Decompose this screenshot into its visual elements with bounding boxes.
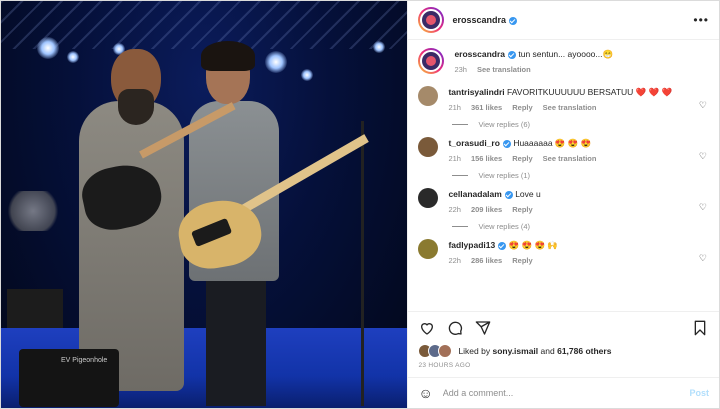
reply-button[interactable]: Reply (512, 256, 532, 265)
share-icon[interactable] (474, 319, 492, 337)
heart-icon[interactable]: ♡ (699, 100, 707, 111)
verified-icon (504, 190, 513, 199)
caption: erosscandra tun sentun... ayoooo...😁 23h… (418, 48, 709, 76)
commenter-avatar[interactable] (418, 137, 439, 157)
comment-username[interactable]: t_orasudi_ro (448, 138, 500, 148)
caption-username[interactable]: erosscandra (454, 49, 505, 59)
post-modal: EV Pigeonhole erosscandra ••• erosscandr… (0, 0, 720, 409)
post-header: erosscandra ••• (408, 1, 719, 40)
author-avatar[interactable] (418, 48, 445, 74)
add-comment-bar: ☺ Post (408, 377, 719, 408)
commenter-avatar[interactable] (418, 188, 439, 208)
comment-username[interactable]: fadlypadi13 (448, 240, 495, 250)
liker-avatar (438, 344, 453, 358)
comment-likes[interactable]: 209 likes (471, 205, 502, 214)
comment-item: t_orasudi_ro Huaaaaaa 😍 😍 😍 21h 156 likes… (418, 137, 709, 165)
stage-light (301, 69, 313, 81)
post-actions: Liked by sony.ismail and 61,786 others 2… (408, 311, 719, 371)
caption-text: tun sentun... ayoooo...😁 (518, 49, 614, 59)
view-replies-button[interactable]: View replies (6) (452, 120, 709, 129)
comment-time: 21h (448, 154, 461, 163)
verified-icon (508, 50, 516, 59)
comment-item: cellanadalam Love u 22h 209 likes Reply ♡ (418, 188, 709, 216)
comment-likes[interactable]: 286 likes (471, 256, 502, 265)
author-username[interactable]: erosscandra (452, 15, 517, 25)
see-translation-link[interactable]: See translation (543, 103, 597, 112)
comment-username[interactable]: tantrisyalindri (448, 87, 504, 97)
author-avatar[interactable] (418, 7, 445, 33)
emoji-icon[interactable]: ☺ (418, 385, 432, 401)
comment-input[interactable] (440, 387, 690, 399)
monitor-label: EV Pigeonhole (61, 357, 108, 364)
post-photo[interactable]: EV Pigeonhole (1, 1, 408, 408)
mic-stand (361, 121, 364, 406)
heart-icon[interactable] (418, 319, 436, 337)
verified-icon (498, 241, 507, 250)
reply-button[interactable]: Reply (512, 205, 532, 214)
comment-text: Huaaaaaa 😍 😍 😍 (513, 138, 592, 148)
stage-light (373, 41, 385, 53)
see-translation-link[interactable]: See translation (543, 154, 597, 163)
view-replies-button[interactable]: View replies (1) (452, 171, 709, 180)
comment-text: FAVORITKUUUUUU BERSATUU ❤️ ❤️ ❤️ (507, 87, 673, 97)
stage-truss (1, 1, 408, 49)
see-translation-link[interactable]: See translation (477, 65, 531, 74)
post-button[interactable]: Post (689, 388, 709, 398)
commenter-avatar[interactable] (418, 239, 439, 259)
heart-icon[interactable]: ♡ (699, 253, 707, 264)
view-replies-button[interactable]: View replies (4) (452, 222, 709, 231)
caption-time: 23h (454, 65, 467, 74)
stage-light (265, 51, 287, 73)
comment-time: 21h (448, 103, 461, 112)
liker-username[interactable]: sony.ismail (492, 346, 538, 356)
drum-kit (3, 191, 63, 231)
likes-summary: Liked by sony.ismail and 61,786 others (418, 344, 709, 358)
comment-icon[interactable] (446, 319, 464, 337)
comment-time: 22h (448, 256, 461, 265)
heart-icon[interactable]: ♡ (699, 202, 707, 213)
heart-icon[interactable]: ♡ (699, 151, 707, 162)
comment-likes[interactable]: 156 likes (471, 154, 502, 163)
more-icon[interactable]: ••• (693, 13, 709, 27)
comment-likes[interactable]: 361 likes (471, 103, 502, 112)
bookmark-icon[interactable] (691, 319, 709, 337)
comment-time: 22h (448, 205, 461, 214)
comment-item: fadlypadi13 😍 😍 😍 🙌 22h 286 likes Reply ♡ (418, 239, 709, 267)
comment-item: tantrisyalindri FAVORITKUUUUUU BERSATUU … (418, 86, 709, 114)
reply-button[interactable]: Reply (512, 154, 532, 163)
comment-username[interactable]: cellanadalam (448, 189, 501, 199)
verified-icon (502, 139, 511, 148)
comments-list: erosscandra tun sentun... ayoooo...😁 23h… (408, 40, 719, 311)
comment-text: Love u (515, 189, 541, 199)
reply-button[interactable]: Reply (512, 103, 532, 112)
post-time[interactable]: 23 HOURS AGO (418, 362, 709, 369)
comments-panel: erosscandra ••• erosscandra tun sentun..… (407, 1, 719, 408)
stage-light (67, 51, 79, 63)
likes-text: Liked by sony.ismail and 61,786 others (458, 346, 612, 356)
verified-icon (508, 16, 517, 25)
comment-text: 😍 😍 😍 🙌 (508, 240, 559, 250)
likes-count[interactable]: 61,786 others (557, 346, 611, 356)
stage-light (37, 37, 59, 59)
commenter-avatar[interactable] (418, 86, 439, 106)
